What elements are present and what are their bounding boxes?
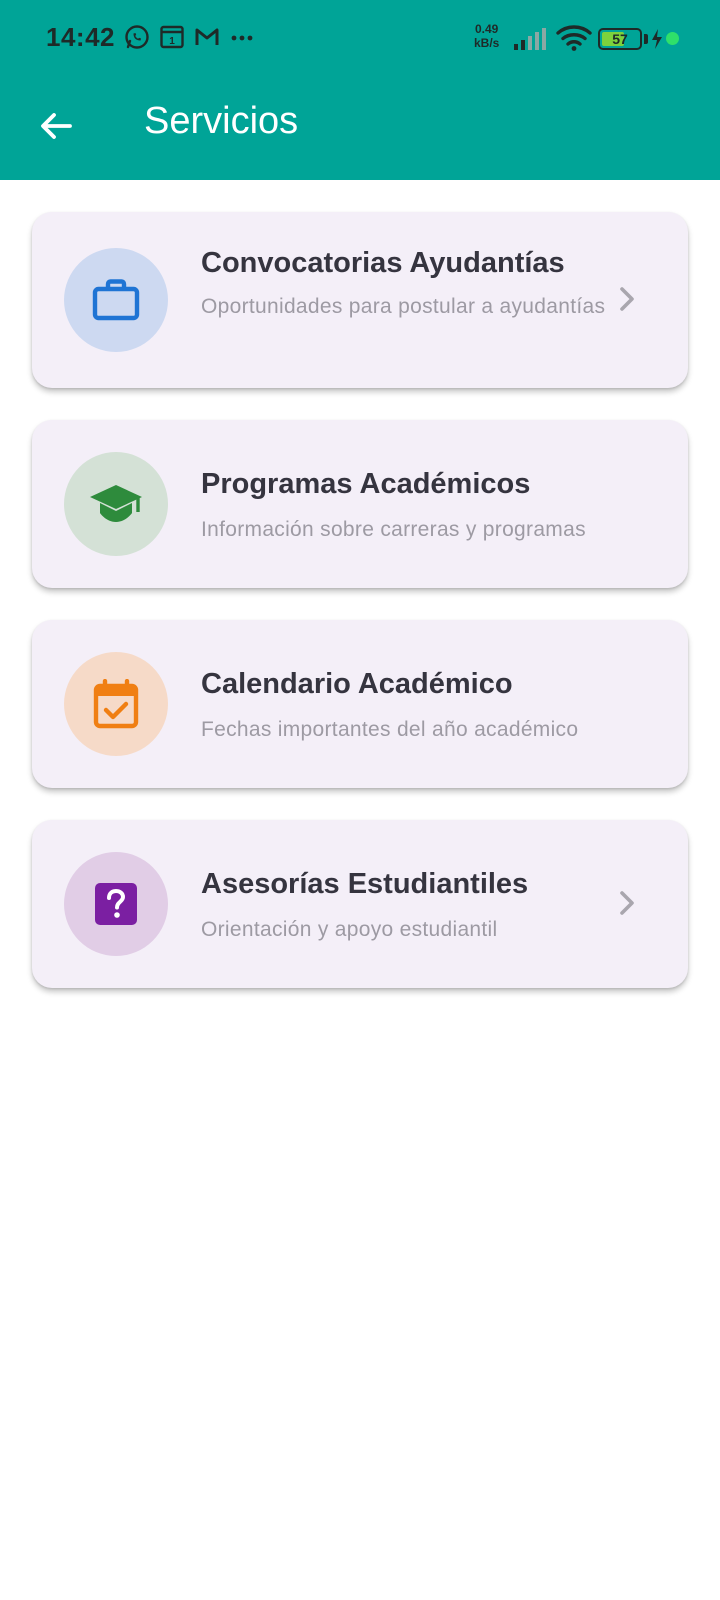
service-icon-circle [64, 852, 168, 956]
service-card-asesorias[interactable]: Asesorías Estudiantiles Orientación y ap… [32, 820, 688, 988]
svg-text:1: 1 [169, 36, 175, 47]
app-bar: 14:42 1 0.49 kB/s 57 Servicios [0, 0, 720, 180]
service-icon-circle [64, 452, 168, 556]
service-icon-circle [64, 652, 168, 756]
briefcase-icon [92, 279, 140, 321]
service-card-calendario[interactable]: Calendario Académico Fechas importantes … [32, 620, 688, 788]
chevron-right-icon [620, 891, 634, 915]
battery-cap [644, 34, 648, 44]
help-question-icon [95, 883, 137, 925]
charging-icon [652, 29, 662, 49]
service-card-convocatorias[interactable]: Convocatorias Ayudantías Oportunidades p… [32, 212, 688, 388]
service-title: Asesorías Estudiantiles [201, 868, 529, 900]
arrow-back-icon [41, 113, 72, 139]
chevron-right-icon [620, 287, 634, 311]
graduation-cap-icon [90, 485, 142, 522]
service-title: Convocatorias Ayudantías [201, 247, 565, 279]
gmail-icon [195, 28, 219, 45]
whatsapp-icon [125, 25, 149, 49]
net-speed-unit: kB/s [474, 36, 500, 50]
status-dot [666, 32, 679, 45]
calendar-check-icon [93, 679, 139, 729]
service-icon-circle [64, 248, 168, 352]
service-subtitle: Fechas importantes del año académico [201, 718, 579, 741]
battery-level: 57 [612, 31, 628, 47]
net-speed-value: 0.49 [475, 22, 499, 36]
back-button[interactable] [30, 100, 82, 152]
network-speed: 0.49 kB/s [474, 22, 499, 50]
service-card-programas[interactable]: Programas Académicos Información sobre c… [32, 420, 688, 588]
service-subtitle: Oportunidades para postular a ayudantías [201, 295, 606, 318]
battery-icon: 57 [598, 28, 642, 50]
status-time: 14:42 [46, 22, 115, 52]
page-title: Servicios [144, 100, 299, 142]
service-subtitle: Orientación y apoyo estudiantil [201, 918, 498, 941]
signal-icon [514, 28, 546, 50]
wifi-icon [556, 25, 592, 51]
more-dots-icon [231, 35, 253, 41]
service-subtitle: Información sobre carreras y programas [201, 518, 586, 541]
calendar-app-icon: 1 [160, 25, 184, 49]
status-bar: 14:42 1 0.49 kB/s 57 [0, 0, 720, 78]
service-title: Programas Académicos [201, 468, 531, 500]
service-title: Calendario Académico [201, 668, 513, 700]
